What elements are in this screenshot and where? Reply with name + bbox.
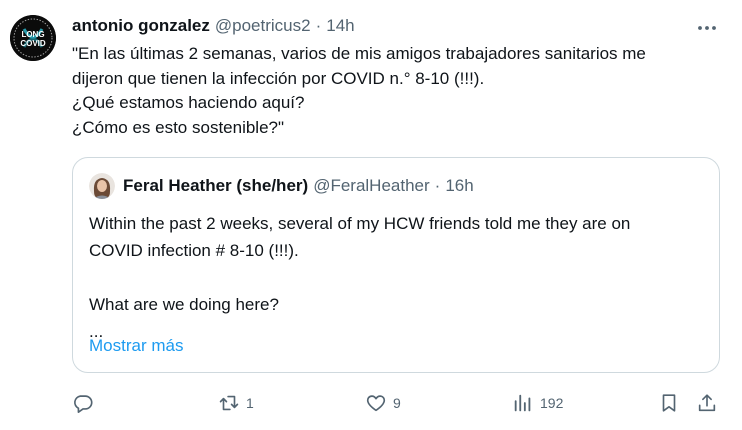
reply-button[interactable] — [72, 388, 100, 418]
quoted-tweet[interactable]: Feral Heather (she/her) @FeralHeather · … — [72, 157, 720, 373]
action-bar: 1 9 192 — [72, 388, 722, 418]
retweet-count: 1 — [246, 395, 254, 411]
tweet[interactable]: LONG COVID antonio gonzalez @poetricus2 … — [0, 0, 742, 430]
quoted-author-name[interactable]: Feral Heather (she/her) — [123, 176, 308, 196]
author-name[interactable]: antonio gonzalez — [72, 16, 210, 36]
avatar-text-line2: COVID — [20, 39, 46, 48]
reply-icon — [74, 395, 93, 413]
quoted-text-line — [89, 264, 709, 291]
like-button[interactable]: 9 — [365, 388, 401, 418]
quoted-tweet-time[interactable]: 16h — [445, 176, 473, 196]
tweet-text-line: ¿Qué estamos haciendo aquí? — [72, 93, 305, 112]
show-more-link[interactable]: Mostrar más — [89, 336, 183, 356]
share-icon — [698, 394, 716, 412]
views-button[interactable]: 192 — [512, 388, 563, 418]
quoted-tweet-text: Within the past 2 weeks, several of my H… — [89, 210, 709, 345]
bookmark-button[interactable] — [658, 388, 680, 418]
quoted-author-handle[interactable]: @FeralHeather — [313, 176, 429, 196]
tweet-header: antonio gonzalez @poetricus2 · 14h — [72, 15, 355, 37]
tweet-text-line: "En las últimas 2 semanas, varios de mis… — [72, 44, 646, 63]
views-count: 192 — [540, 395, 564, 411]
bookmark-icon — [662, 394, 676, 412]
quoted-text-line: COVID infection # 8-10 (!!!). — [89, 241, 299, 260]
avatar-text-line1: LONG — [21, 30, 44, 39]
quoted-text-line: Within the past 2 weeks, several of my H… — [89, 214, 631, 233]
retweet-button[interactable]: 1 — [218, 388, 254, 418]
separator-dot: · — [434, 176, 441, 195]
views-icon — [514, 394, 531, 412]
author-avatar[interactable]: LONG COVID — [10, 15, 56, 61]
tweet-text-line: dijeron que tienen la infección por COVI… — [72, 68, 485, 88]
quoted-author-avatar[interactable] — [89, 173, 115, 199]
heart-icon — [366, 395, 386, 412]
quoted-text-line: What are we doing here? — [89, 295, 279, 314]
quoted-tweet-header: Feral Heather (she/her) @FeralHeather · … — [89, 173, 474, 199]
tweet-time[interactable]: 14h — [326, 16, 354, 36]
tweet-text: "En las últimas 2 semanas, varios de mis… — [72, 42, 722, 140]
share-button[interactable] — [696, 388, 718, 418]
retweet-icon — [219, 395, 239, 411]
separator-dot: · — [315, 16, 322, 35]
like-count: 9 — [393, 395, 401, 411]
ellipsis-icon[interactable] — [696, 17, 718, 39]
tweet-text-line: ¿Cómo es esto sostenible?" — [72, 117, 285, 137]
author-handle[interactable]: @poetricus2 — [215, 16, 311, 36]
